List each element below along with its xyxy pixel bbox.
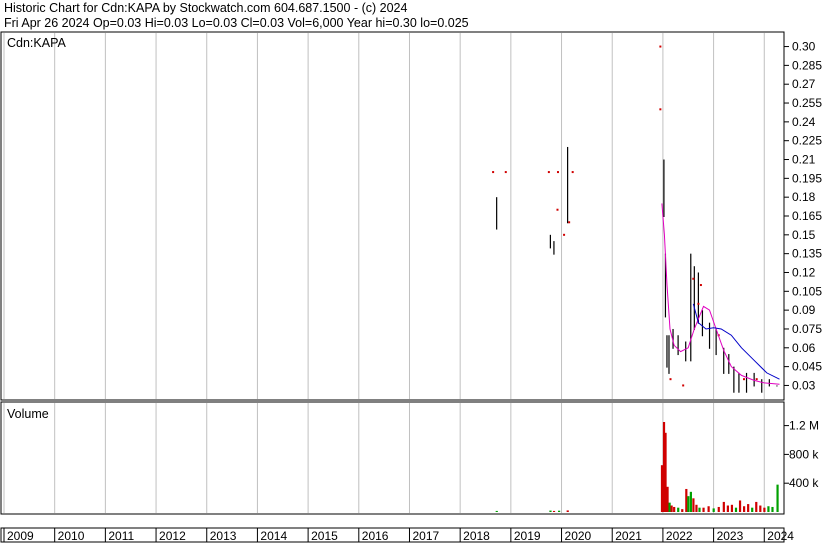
price-trade-marker (692, 277, 695, 280)
price-axis-tick-label: 0.24 (792, 115, 816, 129)
price-axis-tick-label: 0.225 (792, 134, 822, 148)
volume-bar (670, 505, 673, 512)
price-trade-marker (659, 108, 662, 111)
price-axis-tick-label: 0.255 (792, 96, 822, 110)
volume-bar (689, 491, 692, 512)
price-axis-tick-label: 0.195 (792, 171, 822, 185)
year-tick-label: 2009 (7, 529, 34, 543)
volume-panel-label: Volume (7, 407, 49, 421)
volume-bar (702, 507, 705, 512)
price-trade-marker (492, 171, 495, 174)
volume-bar (666, 486, 669, 512)
price-axis-tick-label: 0.09 (792, 303, 816, 317)
volume-bar (771, 506, 774, 512)
volume-axis-tick-label: 1.2 M (789, 419, 819, 433)
year-tick-label: 2018 (463, 529, 490, 543)
price-axis-tick-label: 0.165 (792, 209, 822, 223)
price-trade-marker (699, 284, 702, 287)
price-trade-marker (669, 378, 672, 381)
price-axis-tick-label: 0.03 (792, 378, 816, 392)
volume-bar (692, 498, 695, 512)
price-trade-marker (563, 233, 566, 236)
price-axis-tick-label: 0.21 (792, 153, 816, 167)
volume-bar (734, 507, 738, 512)
year-tick-label: 2010 (58, 529, 85, 543)
price-trade-marker (682, 384, 685, 387)
price-axis-tick-label: 0.27 (792, 77, 816, 91)
volume-bar (776, 484, 779, 512)
price-axis-tick-label: 0.18 (792, 190, 816, 204)
price-axis-tick-label: 0.12 (792, 265, 816, 279)
year-tick-label: 2023 (717, 529, 744, 543)
volume-bar (681, 509, 684, 512)
price-axis-tick-label: 0.075 (792, 322, 822, 336)
volume-bar (549, 510, 552, 512)
price-axis-tick-label: 0.135 (792, 247, 822, 261)
year-tick-label: 2012 (159, 529, 186, 543)
volume-bar (660, 465, 664, 512)
volume-bar (717, 506, 720, 512)
volume-bar (759, 505, 762, 512)
price-axis-tick-label: 0.045 (792, 360, 822, 374)
volume-axis-tick-label: 800 k (789, 447, 819, 461)
price-axis-tick-label: 0.30 (792, 40, 816, 54)
volume-bar (738, 500, 742, 512)
price-axis-tick-label: 0.15 (792, 228, 816, 242)
price-panel-label: Cdn:KAPA (7, 36, 66, 50)
volume-bar (755, 501, 758, 512)
year-tick-label: 2015 (311, 529, 338, 543)
price-trade-marker (547, 171, 550, 174)
volume-bar (726, 505, 729, 512)
volume-bar (566, 510, 569, 512)
price-trade-marker (659, 45, 662, 48)
volume-axis-tick-label: 400 k (789, 476, 819, 490)
volume-bar (673, 506, 676, 512)
volume-bar (695, 504, 698, 512)
price-axis-tick-label: 0.06 (792, 341, 816, 355)
volume-bar (677, 507, 680, 512)
year-tick-label: 2014 (260, 529, 287, 543)
year-tick-label: 2013 (210, 529, 237, 543)
price-trade-marker (556, 208, 559, 211)
price-trade-marker (504, 171, 507, 174)
price-trade-marker (556, 171, 559, 174)
volume-bar (712, 508, 715, 512)
volume-bar (687, 496, 690, 512)
price-trade-marker (568, 221, 571, 224)
price-trade-marker (697, 302, 700, 305)
price-axis-tick-label: 0.105 (792, 284, 822, 298)
price-trade-marker (743, 378, 745, 381)
volume-bar (763, 507, 766, 512)
year-tick-label: 2016 (362, 529, 389, 543)
year-tick-label: 2019 (514, 529, 541, 543)
volume-bar (558, 510, 561, 512)
volume-bar (767, 506, 770, 512)
volume-bar (743, 506, 746, 512)
volume-bar (685, 488, 688, 512)
volume-bar (722, 501, 725, 512)
volume-bar (707, 506, 710, 512)
year-tick-label: 2011 (108, 529, 134, 543)
price-trade-marker (755, 378, 758, 381)
year-tick-label: 2017 (412, 529, 439, 543)
volume-bar (552, 510, 556, 512)
volume-bar (668, 502, 671, 512)
year-tick-label: 2022 (666, 529, 693, 543)
year-tick-label: 2021 (615, 529, 642, 543)
volume-bar (495, 510, 498, 512)
volume-bar (751, 507, 754, 512)
volume-bar (664, 432, 667, 512)
year-tick-label: 2024 (767, 529, 794, 543)
price-trade-marker (571, 171, 574, 174)
volume-bar (698, 507, 701, 512)
price-axis-tick-label: 0.285 (792, 58, 822, 72)
year-tick-label: 2020 (565, 529, 592, 543)
volume-bar (730, 504, 734, 512)
stock-chart: Cdn:KAPA 0.30 0.285 0.27 0.255 0.24 0.225 0.21… (0, 31, 822, 543)
volume-bar (747, 504, 750, 512)
